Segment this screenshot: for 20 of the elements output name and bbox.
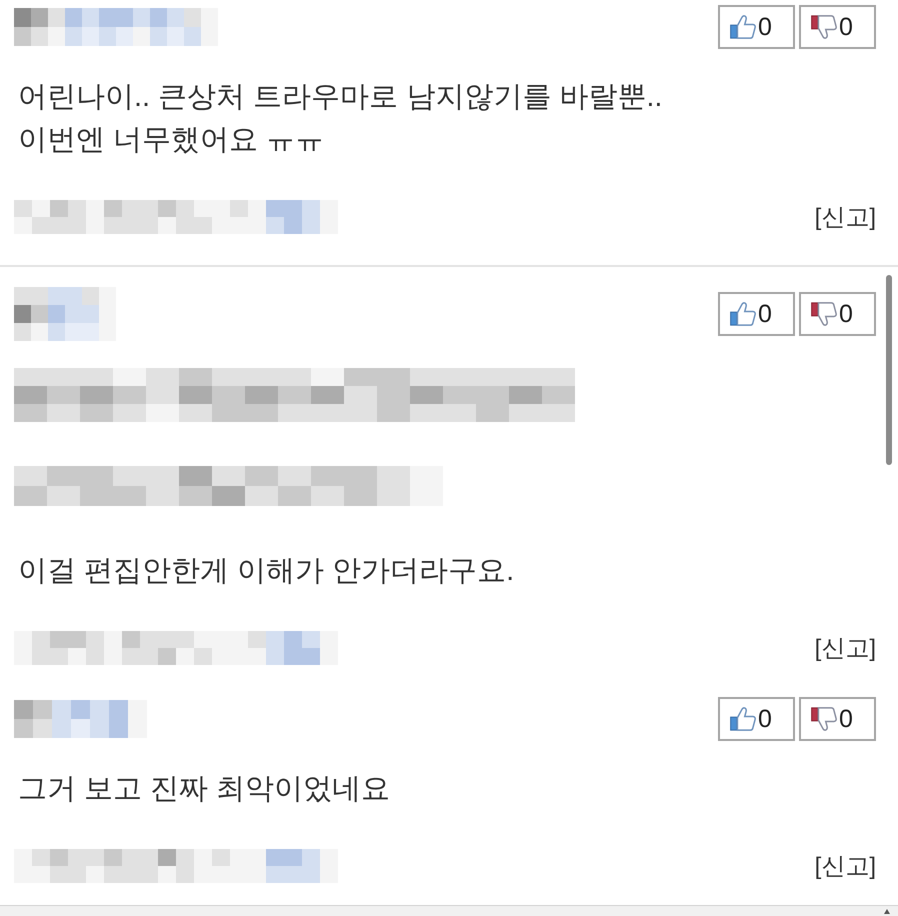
report-link[interactable]: [신고] [814,201,876,233]
thumbs-up-button[interactable]: 0 [718,292,795,336]
scroll-arrow-icon[interactable] [884,909,890,914]
scrollbar-thumb[interactable] [886,275,892,465]
thumbs-up-button[interactable]: 0 [718,5,795,49]
thumbs-down-icon [811,14,837,40]
thumbs-down-button[interactable]: 0 [799,292,876,336]
comment-text: 어린나이.. 큰상처 트라우마로 남지않기를 바랄뿐.. 이번엔 너무했어요 ㅠㅠ [17,80,664,158]
comment-text: 이걸 편집안한게 이해가 안가더라구요. [17,554,516,589]
thumbs-down-button[interactable]: 0 [799,5,876,49]
thumbs-down-icon [811,301,837,327]
thumbs-up-icon [730,706,756,732]
thumbs-up-icon [730,301,756,327]
thumbs-down-icon [811,706,837,732]
comment-text: 그거 보고 진짜 최악이었네요 [17,772,392,807]
thumbs-up-icon [730,14,756,40]
thumbs-up-button[interactable]: 0 [718,697,795,741]
report-link[interactable]: [신고] [814,850,876,882]
thumbs-down-button[interactable]: 0 [799,697,876,741]
report-link[interactable]: [신고] [814,632,876,664]
